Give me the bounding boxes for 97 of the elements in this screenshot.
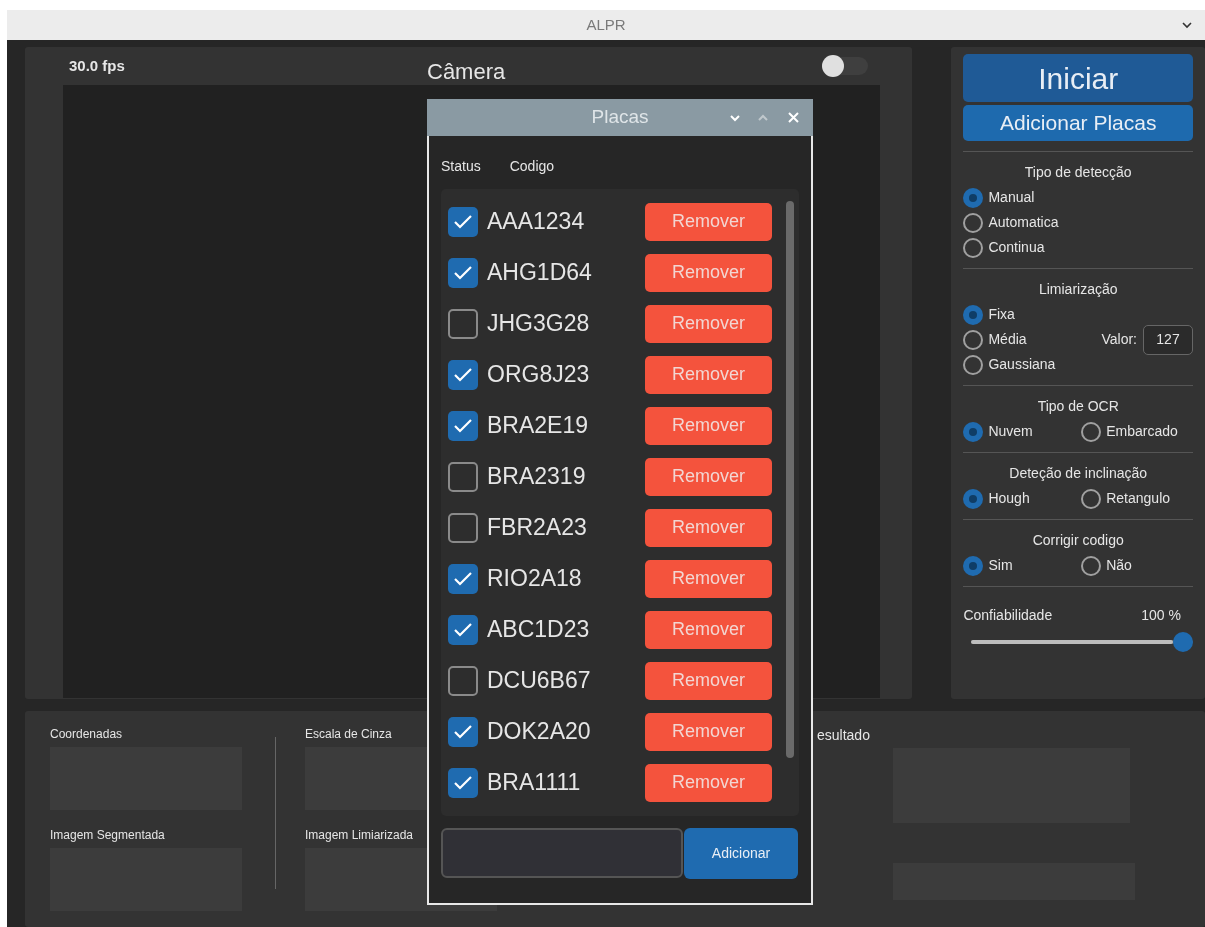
remove-button[interactable]: Remover xyxy=(645,202,772,241)
group-title: Deteção de inclinação xyxy=(1008,464,1149,483)
radio-label: Nuvem xyxy=(988,422,1033,441)
checkbox[interactable] xyxy=(448,206,478,237)
slider-label: Confiabilidade xyxy=(963,606,1053,625)
radio-button[interactable] xyxy=(963,237,984,258)
plate-code: DCU6B67 xyxy=(487,666,592,696)
group-title: Limiarização xyxy=(1037,280,1119,299)
radio-label: Retangulo xyxy=(1106,489,1171,508)
radio-button[interactable] xyxy=(963,421,984,442)
radio-label: Gaussiana xyxy=(988,355,1056,374)
checkbox[interactable] xyxy=(448,716,478,747)
checkmark-icon xyxy=(454,571,472,586)
fps-label: 30.0 fps xyxy=(69,55,125,76)
preview-label: Imagem Limiarizada xyxy=(305,827,414,844)
radio-label: Fixa xyxy=(988,305,1015,324)
group-title: Corrigir codigo xyxy=(1031,531,1125,550)
radio-button[interactable] xyxy=(963,354,984,375)
remove-button[interactable]: Remover xyxy=(645,763,772,802)
radio-label: Hough xyxy=(988,489,1030,508)
window-title: ALPR xyxy=(586,14,626,35)
remove-button[interactable]: Remover xyxy=(645,406,772,445)
plate-input-field[interactable] xyxy=(441,828,683,878)
checkmark-icon xyxy=(454,724,472,739)
radio-button[interactable] xyxy=(963,212,984,233)
value-field[interactable]: 127 xyxy=(1143,324,1193,355)
preview-label: Imagem Segmentada xyxy=(50,827,165,844)
radio-label: Manual xyxy=(988,188,1035,207)
radio-label: Sim xyxy=(988,556,1013,575)
checkmark-icon xyxy=(454,418,472,433)
group-title: Tipo de detecção xyxy=(1023,163,1133,182)
chevron-down-icon[interactable] xyxy=(1181,20,1193,30)
plate-code: RIO2A18 xyxy=(487,564,583,594)
radio-button[interactable] xyxy=(963,488,984,509)
checkmark-icon xyxy=(454,622,472,637)
checkbox[interactable] xyxy=(448,257,478,288)
plate-code: ORG8J23 xyxy=(487,360,591,390)
plate-code: ABC1D23 xyxy=(487,615,591,645)
slider-reading: 100 % xyxy=(1141,606,1181,625)
checkmark-icon xyxy=(454,367,472,382)
result-label: esultado xyxy=(817,726,870,745)
radio-button[interactable] xyxy=(1081,421,1102,442)
group-title: Tipo de OCR xyxy=(1036,397,1120,416)
checkmark-icon xyxy=(454,265,472,280)
plate-code: BRA1111 xyxy=(487,768,582,798)
checkbox[interactable] xyxy=(448,359,478,390)
checkbox[interactable] xyxy=(448,767,478,798)
plate-code: AHG1D64 xyxy=(487,258,593,288)
plate-code: JHG3G28 xyxy=(487,309,591,339)
remove-button[interactable]: Remover xyxy=(645,712,772,751)
slider-fill[interactable] xyxy=(971,632,1193,652)
plate-code: DOK2A20 xyxy=(487,717,592,747)
checkbox[interactable] xyxy=(448,665,478,696)
remove-button[interactable]: Remover xyxy=(645,457,772,496)
dialog-title: Placas xyxy=(591,105,649,130)
preview-label: Coordenadas xyxy=(50,726,123,743)
checkbox[interactable] xyxy=(448,563,478,594)
radio-label: Média xyxy=(988,330,1027,349)
close-icon[interactable] xyxy=(788,112,799,123)
radio-button[interactable] xyxy=(963,555,984,576)
checkbox[interactable] xyxy=(448,614,478,645)
remove-button[interactable]: Remover xyxy=(645,559,772,598)
camera-toggle[interactable] xyxy=(822,57,868,75)
remove-button[interactable]: Remover xyxy=(645,355,772,394)
remove-button[interactable]: Remover xyxy=(645,253,772,292)
column-header: Status xyxy=(441,157,481,176)
start-button[interactable]: Iniciar xyxy=(963,54,1193,102)
plate-code: BRA2E19 xyxy=(487,411,589,441)
plate-code: FBR2A23 xyxy=(487,513,588,543)
scrollbar[interactable] xyxy=(786,201,794,758)
remove-button[interactable]: Remover xyxy=(645,304,772,343)
checkbox[interactable] xyxy=(448,410,478,441)
remove-button[interactable]: Remover xyxy=(645,661,772,700)
checkmark-icon xyxy=(454,214,472,229)
radio-button[interactable] xyxy=(963,304,984,325)
checkbox[interactable] xyxy=(448,461,478,492)
add-plates-button[interactable]: Adicionar Placas xyxy=(963,105,1193,141)
radio-button[interactable] xyxy=(963,329,984,350)
add-button[interactable]: Adicionar xyxy=(684,828,798,879)
value-label: Valor: xyxy=(1101,330,1137,349)
radio-label: Não xyxy=(1106,556,1132,575)
radio-button[interactable] xyxy=(963,187,984,208)
plate-code: AAA1234 xyxy=(487,207,586,237)
camera-title: Câmera xyxy=(427,58,506,86)
radio-label: Embarcado xyxy=(1106,422,1178,441)
checkmark-icon xyxy=(454,775,472,790)
checkbox[interactable] xyxy=(448,308,478,339)
remove-button[interactable]: Remover xyxy=(645,610,772,649)
preview-label: Escala de Cinza xyxy=(305,726,392,743)
radio-button[interactable] xyxy=(1081,555,1102,576)
checkbox[interactable] xyxy=(448,512,478,543)
radio-label: Automatica xyxy=(988,213,1059,232)
plate-code: BRA2319 xyxy=(487,462,587,492)
column-header: Codigo xyxy=(509,157,555,176)
radio-label: Continua xyxy=(988,238,1045,257)
remove-button[interactable]: Remover xyxy=(645,508,772,547)
radio-button[interactable] xyxy=(1081,488,1102,509)
